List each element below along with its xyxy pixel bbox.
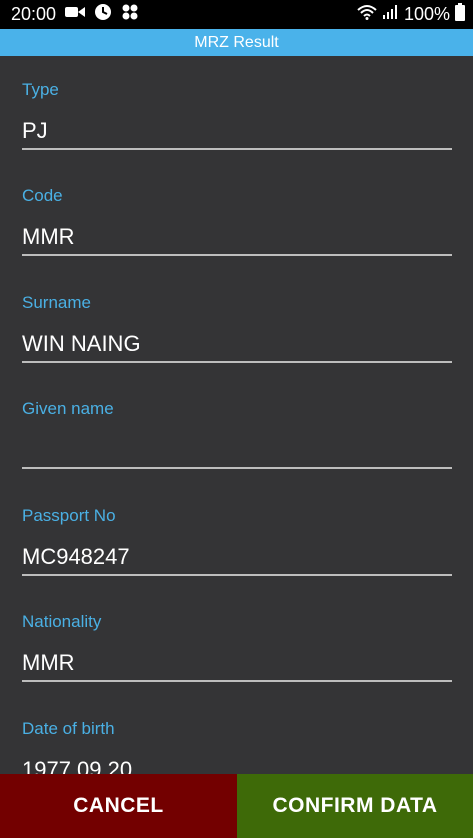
nationality-input[interactable]: MMR [22, 650, 75, 676]
video-camera-icon [65, 5, 86, 24]
input-underline [22, 254, 452, 256]
field-label: Type [22, 80, 59, 99]
input-underline [22, 680, 452, 682]
field-label: Given name [22, 399, 114, 418]
clock-icon [94, 3, 112, 26]
status-bar: 20:00 100% [0, 0, 473, 29]
field-surname[interactable]: Surname WIN NAING [22, 269, 452, 375]
field-date-of-birth[interactable]: Date of birth 1977.09.20 [22, 695, 452, 774]
clock-time: 20:00 [11, 4, 57, 24]
input-underline [22, 148, 452, 150]
field-label: Passport No [22, 506, 116, 525]
field-given-name[interactable]: Given name [22, 375, 452, 481]
field-type[interactable]: Type PJ [22, 56, 452, 162]
input-underline [22, 574, 452, 576]
field-code[interactable]: Code MMR [22, 162, 452, 268]
signal-icon [382, 5, 399, 24]
type-input[interactable]: PJ [22, 118, 48, 144]
field-label: Surname [22, 293, 91, 312]
page-title: MRZ Result [0, 29, 473, 56]
battery-icon [455, 3, 465, 26]
cancel-button[interactable]: CANCEL [0, 774, 237, 838]
field-label: Code [22, 186, 63, 205]
field-label: Nationality [22, 612, 102, 631]
code-input[interactable]: MMR [22, 224, 75, 250]
app-grid-icon [121, 3, 139, 26]
passport-no-input[interactable]: MC948247 [22, 544, 130, 570]
input-underline [22, 467, 452, 469]
wifi-icon [356, 4, 378, 25]
surname-input[interactable]: WIN NAING [22, 331, 141, 357]
field-passport-no[interactable]: Passport No MC948247 [22, 482, 452, 588]
input-underline [22, 361, 452, 363]
field-label: Date of birth [22, 719, 115, 738]
confirm-data-button[interactable]: CONFIRM DATA [237, 774, 473, 838]
field-nationality[interactable]: Nationality MMR [22, 588, 452, 694]
mrz-result-form: Type PJ Code MMR Surname WIN NAING Given… [0, 56, 473, 774]
battery-percentage: 100% [403, 4, 450, 24]
date-of-birth-input[interactable]: 1977.09.20 [22, 757, 132, 774]
